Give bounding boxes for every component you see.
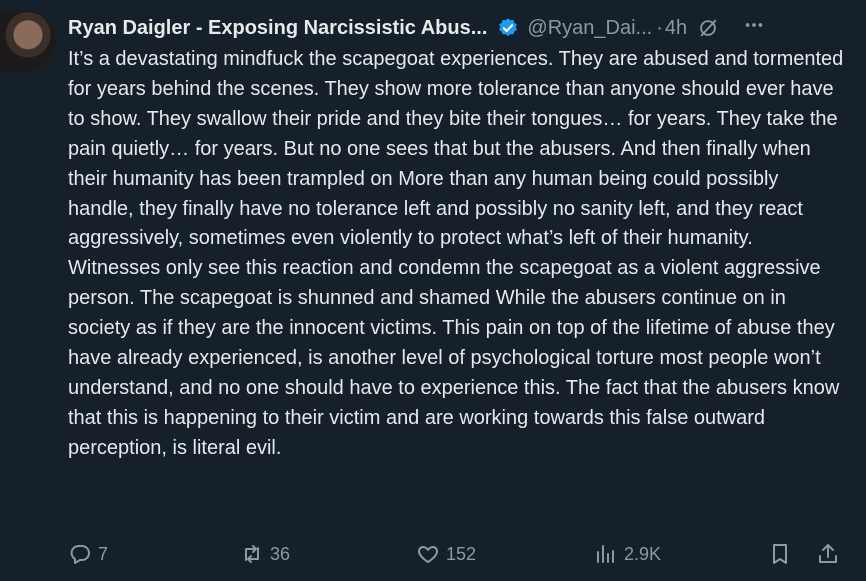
like-button[interactable]: 152 (416, 538, 476, 570)
like-count: 152 (446, 543, 477, 564)
share-icon (819, 544, 837, 563)
verified-badge-icon[interactable] (497, 17, 519, 39)
like-icon (418, 546, 438, 563)
views-count: 2.9K (624, 543, 662, 564)
tweet: Ryan Daigler - Exposing Narcissistic Abu… (0, 0, 866, 581)
bookmark-icon (773, 544, 787, 564)
reply-button[interactable]: 7 (68, 538, 108, 570)
author-handle[interactable]: @Ryan_Dai... (527, 17, 652, 40)
bookmark-button[interactable] (768, 538, 792, 570)
more-icon[interactable] (743, 14, 765, 42)
reply-icon (70, 545, 90, 564)
author-name[interactable]: Ryan Daigler - Exposing Narcissistic Abu… (68, 17, 487, 40)
avatar[interactable] (0, 10, 56, 72)
reply-count: 7 (98, 543, 109, 564)
views-button[interactable]: 2.9K (594, 538, 661, 570)
post-text: It’s a devastating mindfuck the scapegoa… (68, 48, 844, 459)
separator-dot: · (656, 16, 663, 39)
share-button[interactable] (816, 538, 840, 570)
tweet-header: Ryan Daigler - Exposing Narcissistic Abu… (68, 14, 846, 42)
grok-icon[interactable] (697, 17, 719, 39)
repost-button[interactable]: 36 (240, 538, 290, 570)
views-icon (597, 545, 614, 563)
repost-icon (245, 545, 259, 563)
post-time[interactable]: 4h (665, 17, 687, 40)
repost-count: 36 (270, 543, 291, 564)
action-bar: 7 36 152 2.9K (68, 538, 842, 570)
